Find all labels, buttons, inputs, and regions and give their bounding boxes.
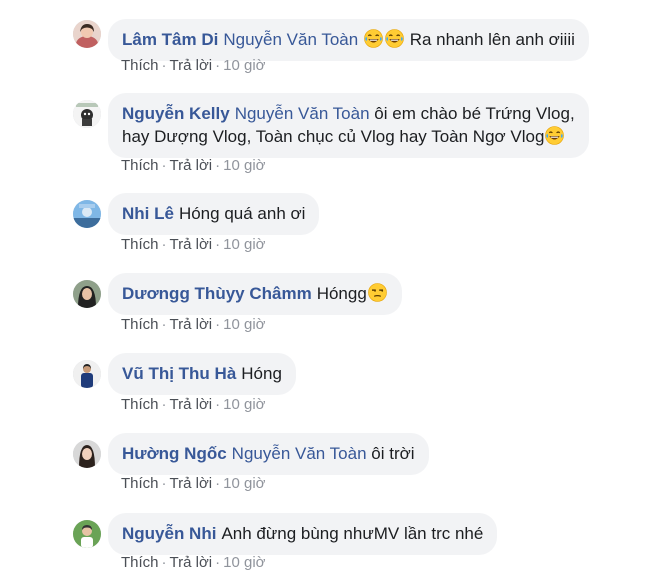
comment-bubble: Nhi Lê Hóng quá anh ơi (108, 193, 320, 235)
comment-time[interactable]: 10 giờ (223, 157, 265, 174)
comment-bubble: Nguyễn Kelly Nguyễn Văn Toàn ôi em chào b… (108, 93, 589, 158)
reply-link[interactable]: Trả lời (170, 157, 213, 174)
reply-link[interactable]: Trả lời (170, 236, 213, 253)
comment-mention[interactable]: Nguyễn Văn Toàn (232, 444, 367, 463)
face-with-tears-of-joy-icon (545, 126, 564, 145)
reply-link[interactable]: Trả lời (170, 554, 213, 571)
comment-mention[interactable]: Nguyễn Văn Toàn (223, 30, 358, 49)
comment-author[interactable]: Vũ Thị Thu Hà (122, 364, 236, 383)
comment-text: Hóngg (316, 284, 367, 303)
comment-text: ôi em chào bé Trứng Vlog, (374, 104, 575, 123)
comment-text: Anh đừng bùng nhưMV lần trc nhé (221, 524, 484, 543)
face-with-tears-of-joy-icon (364, 29, 383, 48)
like-link[interactable]: Thích (121, 57, 159, 74)
comment-actions: Thích · Trả lời · 10 giờ (121, 475, 266, 492)
comment-author[interactable]: Nhi Lê (122, 204, 174, 223)
comment-time[interactable]: 10 giờ (223, 396, 265, 413)
comment-bubble: Lâm Tâm Di Nguyễn Văn Toàn Ra nhanh lên a… (108, 19, 589, 61)
comment-bubble: Dươngg Thùyy Châmm Hóngg (108, 273, 402, 315)
comment-text: Hóng quá anh ơi (178, 204, 306, 223)
comment-text: ôi trời (371, 444, 415, 463)
unamused-face-icon (368, 283, 387, 302)
comment-author[interactable]: Dươngg Thùyy Châmm (122, 284, 312, 303)
comment-actions: Thích · Trả lời · 10 giờ (121, 554, 266, 571)
reply-link[interactable]: Trả lời (170, 396, 213, 413)
avatar[interactable] (73, 360, 101, 388)
comment-time[interactable]: 10 giờ (223, 554, 265, 571)
comment-actions: Thích · Trả lời · 10 giờ (121, 157, 266, 174)
comment-time[interactable]: 10 giờ (223, 475, 265, 492)
comment-actions: Thích · Trả lời · 10 giờ (121, 316, 266, 333)
comment-bubble: Nguyễn Nhi Anh đừng bùng nhưMV lần trc nh… (108, 513, 498, 555)
comment-mention[interactable]: Nguyễn Văn Toàn (235, 104, 370, 123)
comment-text: Ra nhanh lên anh ơiiii (409, 30, 575, 49)
like-link[interactable]: Thích (121, 554, 159, 571)
comment-time[interactable]: 10 giờ (223, 236, 265, 253)
comment-text: hay Dượng Vlog, Toàn chục củ Vlog hay To… (122, 127, 545, 146)
face-with-tears-of-joy-icon (385, 29, 404, 48)
like-link[interactable]: Thích (121, 396, 159, 413)
like-link[interactable]: Thích (121, 236, 159, 253)
reply-link[interactable]: Trả lời (170, 57, 213, 74)
comment-time[interactable]: 10 giờ (223, 57, 265, 74)
comment-author[interactable]: Nguyễn Nhi (122, 524, 216, 543)
reply-link[interactable]: Trả lời (170, 475, 213, 492)
comment-author[interactable]: Lâm Tâm Di (122, 30, 218, 49)
comment-time[interactable]: 10 giờ (223, 316, 265, 333)
reply-link[interactable]: Trả lời (170, 316, 213, 333)
avatar[interactable] (73, 440, 101, 468)
comment-bubble: Vũ Thị Thu Hà Hóng (108, 353, 296, 395)
comment-actions: Thích · Trả lời · 10 giờ (121, 57, 266, 74)
avatar[interactable] (73, 280, 101, 308)
like-link[interactable]: Thích (121, 475, 159, 492)
like-link[interactable]: Thích (121, 157, 159, 174)
avatar[interactable] (73, 200, 101, 228)
comment-actions: Thích · Trả lời · 10 giờ (121, 236, 266, 253)
avatar[interactable] (73, 520, 101, 548)
like-link[interactable]: Thích (121, 316, 159, 333)
comment-author[interactable]: Hường Ngốc (122, 444, 227, 463)
avatar[interactable] (73, 20, 101, 48)
comment-bubble: Hường Ngốc Nguyễn Văn Toàn ôi trời (108, 433, 429, 475)
comment-text: Hóng (241, 364, 282, 383)
avatar[interactable] (73, 100, 101, 128)
comment-actions: Thích · Trả lời · 10 giờ (121, 396, 266, 413)
comment-author[interactable]: Nguyễn Kelly (122, 104, 230, 123)
